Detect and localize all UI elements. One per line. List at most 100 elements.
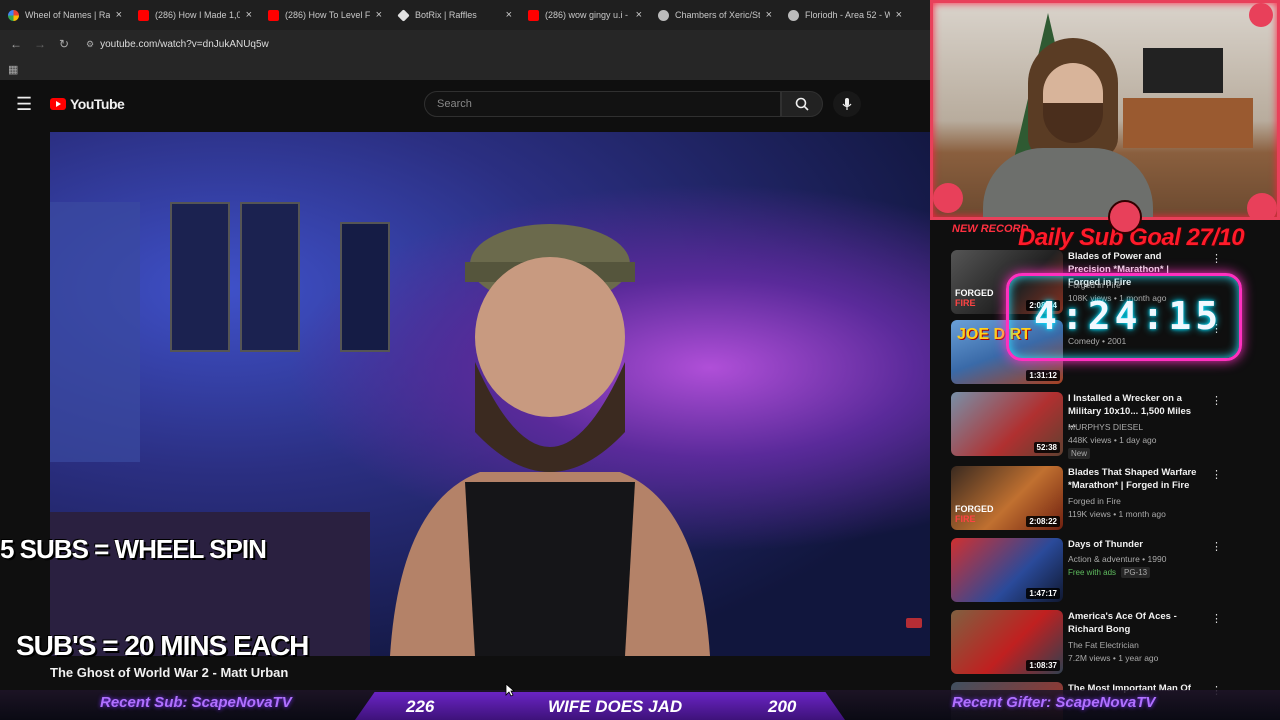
akatsuki-cloud-icon [1108, 200, 1142, 234]
youtube-favicon-icon [268, 9, 279, 21]
youtube-favicon-icon [528, 9, 539, 21]
more-options-icon[interactable]: ⋮ [1211, 468, 1222, 481]
new-record-label: NEW RECORD [952, 223, 1029, 235]
forward-icon[interactable]: → [28, 37, 52, 51]
tv-screen [1143, 48, 1223, 93]
youtube-play-icon [50, 98, 66, 110]
video-duration: 1:08:37 [1026, 660, 1060, 671]
tab-title: Chambers of Xeric/Stra [675, 10, 760, 20]
recommendation-item[interactable]: FORGED FIRE 2:08:22 Blades That Shaped W… [951, 466, 1271, 532]
browser-tab[interactable]: Wheel of Names | Rand × [0, 0, 130, 30]
more-options-icon[interactable]: ⋮ [1211, 252, 1222, 265]
wiki-favicon-icon [658, 9, 669, 21]
video-meta: 7.2M views • 1 year ago [1068, 653, 1159, 663]
browser-tab[interactable]: BotRix | Raffles × [390, 0, 520, 30]
tab-title: Wheel of Names | Rand [25, 10, 110, 20]
site-info-icon[interactable]: ⚙ [86, 39, 94, 50]
thumbnail-label: FORGED [955, 288, 994, 298]
video-duration: 2:08:22 [1026, 516, 1060, 527]
tab-close-icon[interactable]: × [636, 9, 642, 21]
sakura-cloud-icon [1249, 3, 1273, 27]
video-thumbnail[interactable]: 52:38 [951, 392, 1063, 456]
botrix-favicon-icon [397, 8, 410, 22]
browser-tab[interactable]: (286) wow gingy u.i - Y × [520, 0, 650, 30]
microphone-icon [842, 98, 852, 110]
recommendation-item[interactable]: 52:38 I Installed a Wrecker on a Militar… [951, 392, 1271, 459]
browser-tab[interactable]: Floriodh - Area 52 - W × [780, 0, 910, 30]
thumbnail-label: FIRE [955, 514, 976, 524]
video-meta: 119K views • 1 month ago [1068, 509, 1166, 519]
recommendation-title[interactable]: America's Ace Of Aces - Richard Bong [1068, 610, 1198, 636]
search-button[interactable] [781, 91, 823, 117]
sakura-cloud-icon [1247, 193, 1277, 217]
more-options-icon[interactable]: ⋮ [1211, 540, 1222, 553]
recommendation-item[interactable]: 1:08:37 America's Ace Of Aces - Richard … [951, 610, 1271, 676]
video-meta: 448K views • 1 day ago [1068, 435, 1157, 445]
mouse-cursor-icon [505, 683, 515, 697]
tab-title: Floriodh - Area 52 - W [805, 10, 890, 20]
tab-title: BotRix | Raffles [415, 10, 477, 20]
more-options-icon[interactable]: ⋮ [1211, 394, 1222, 407]
subs-minutes-overlay: SUB'S = 20 MINS EACH [16, 630, 309, 661]
tab-title: (286) How To Level Fro [285, 10, 370, 20]
tab-close-icon[interactable]: × [376, 9, 382, 21]
sakura-cloud-icon [933, 183, 963, 213]
bookmarks-bar: ▦ [0, 58, 930, 80]
menu-icon[interactable]: ☰ [16, 94, 32, 115]
voice-search-button[interactable] [833, 91, 861, 117]
browser-tab[interactable]: Chambers of Xeric/Stra × [650, 0, 780, 30]
more-options-icon[interactable]: ⋮ [1211, 612, 1222, 625]
subathon-timer: 4:24:15 [1034, 294, 1223, 338]
tab-close-icon[interactable]: × [246, 9, 252, 21]
youtube-header: ☰ YouTube Search [0, 80, 930, 128]
channel-name[interactable]: The Fat Electrician [1068, 640, 1139, 650]
center-goal-text: WIFE DOES JAD [548, 697, 683, 716]
wheel-spin-overlay: 5 SUBS = WHEEL SPIN [0, 534, 267, 564]
youtube-logo[interactable]: YouTube [50, 96, 125, 112]
wow-favicon-icon [788, 9, 799, 21]
back-icon[interactable]: ← [4, 37, 28, 51]
reload-icon[interactable]: ↻ [52, 37, 76, 51]
channel-name: Action & adventure • 1990 [1068, 554, 1167, 564]
video-thumbnail[interactable]: 1:47:17 [951, 538, 1063, 602]
webcam-overlay [930, 0, 1280, 220]
video-thumbnail[interactable]: 1:08:37 [951, 610, 1063, 674]
video-player[interactable] [50, 132, 930, 656]
streamer-figure [983, 38, 1153, 217]
tab-title: (286) wow gingy u.i - Y [545, 10, 630, 20]
wall-shelf [50, 202, 140, 462]
recommendation-title[interactable]: Days of Thunder [1068, 538, 1198, 551]
apps-grid-icon[interactable]: ▦ [8, 63, 18, 76]
video-thumbnail[interactable]: FORGED FIRE 2:08:22 [951, 466, 1063, 530]
new-badge: New [1068, 448, 1091, 459]
search-input[interactable]: Search [424, 91, 781, 117]
tab-close-icon[interactable]: × [116, 9, 122, 21]
video-duration: 52:38 [1033, 442, 1060, 453]
rating-badge: PG-13 [1121, 567, 1151, 578]
thumbnail-label: FORGED [955, 504, 994, 514]
tab-favicon-icon [8, 9, 19, 21]
thumbnail-label: FIRE [955, 298, 976, 308]
channel-name[interactable]: Forged in Fire [1068, 496, 1121, 506]
youtube-watermark-icon [906, 618, 922, 628]
browser-tab[interactable]: (286) How I Made 1,00 × [130, 0, 260, 30]
tab-title: (286) How I Made 1,00 [155, 10, 240, 20]
tab-close-icon[interactable]: × [506, 9, 512, 21]
browser-tab[interactable]: (286) How To Level Fro × [260, 0, 390, 30]
wall-frames [240, 202, 300, 352]
recommendation-item[interactable]: 1:47:17 Days of Thunder Action & adventu… [951, 538, 1271, 604]
screen: Wheel of Names | Rand × (286) How I Made… [0, 0, 1280, 720]
tab-close-icon[interactable]: × [896, 9, 902, 21]
url-text: youtube.com/watch?v=dnJukANUq5w [100, 38, 269, 50]
recommendation-title[interactable]: Blades That Shaped Warfare *Marathon* | … [1068, 466, 1198, 492]
free-with-ads-label: Free with ads [1068, 568, 1117, 577]
search-icon [795, 97, 809, 111]
video-title: The Ghost of World War 2 - Matt Urban [50, 665, 289, 680]
recent-sub-label: Recent Sub: ScapeNovaTV [100, 694, 292, 711]
wall-frames [170, 202, 230, 352]
youtube-favicon-icon [138, 9, 149, 21]
browser-tab-bar: Wheel of Names | Rand × (286) How I Made… [0, 0, 930, 30]
tab-close-icon[interactable]: × [766, 9, 772, 21]
url-field[interactable]: ⚙ youtube.com/watch?v=dnJukANUq5w [86, 39, 269, 50]
channel-name[interactable]: MURPHYS DIESEL [1068, 422, 1143, 432]
